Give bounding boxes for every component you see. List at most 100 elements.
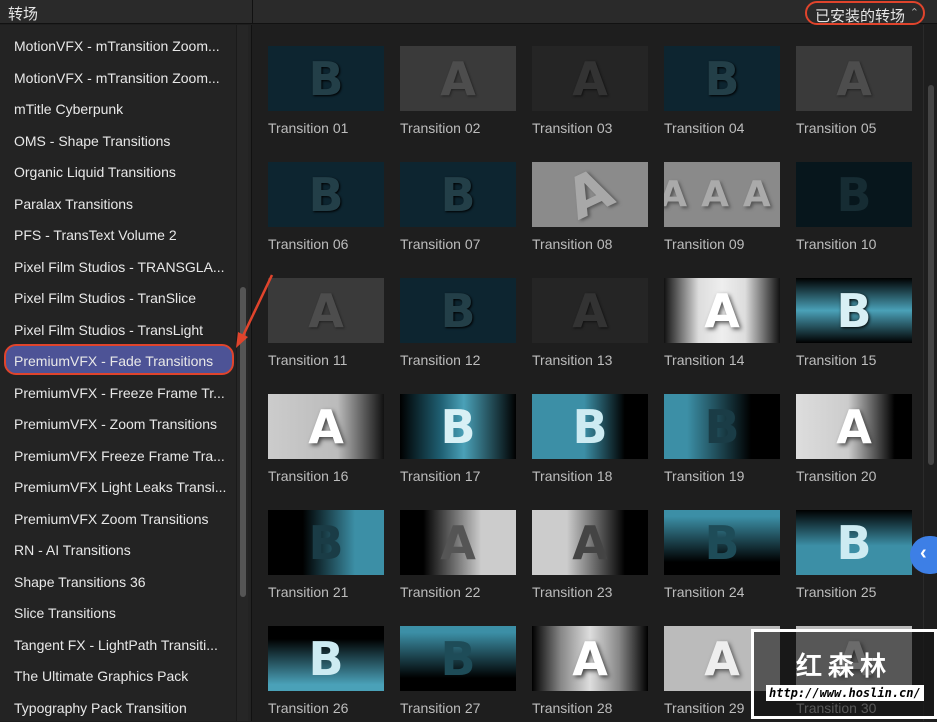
header: 转场 已安装的转场 ⌃ (0, 0, 937, 25)
transition-tile[interactable]: B Transition 24 (664, 510, 780, 600)
transition-thumbnail: A (796, 394, 912, 459)
transition-tile[interactable]: B Transition 04 (664, 46, 780, 136)
transition-thumbnail: B (268, 46, 384, 111)
sidebar-item[interactable]: PremiumVFX Freeze Frame Tra... (4, 439, 234, 470)
transition-label: Transition 01 (268, 120, 349, 136)
sidebar-item[interactable]: MotionVFX - mTransition Zoom... (4, 61, 234, 92)
transition-label: Transition 09 (664, 236, 745, 252)
transition-tile[interactable]: B Transition 01 (268, 46, 384, 136)
transition-tile[interactable]: A Transition 28 (532, 626, 648, 716)
sidebar-item[interactable]: Paralax Transitions (4, 187, 234, 218)
transition-tile[interactable]: A Transition 16 (268, 394, 384, 484)
sidebar-item[interactable]: OMS - Shape Transitions (4, 124, 234, 155)
transition-tile[interactable]: B Transition 19 (664, 394, 780, 484)
thumbnail-letter: A (440, 515, 476, 570)
sidebar-item[interactable]: PremiumVFX Light Leaks Transi... (4, 470, 234, 501)
transition-tile[interactable]: A Transition 08 (532, 162, 648, 252)
grid-scrollbar[interactable] (923, 25, 937, 721)
transition-label: Transition 05 (796, 120, 877, 136)
transition-label: Transition 20 (796, 468, 877, 484)
transition-thumbnail: B (664, 46, 780, 111)
transition-tile[interactable]: A Transition 05 (796, 46, 912, 136)
watermark-url: http://www.hoslin.cn/ (766, 685, 924, 701)
transition-thumbnail: B (268, 510, 384, 575)
transition-tile[interactable]: A Transition 23 (532, 510, 648, 600)
sidebar-item[interactable]: MotionVFX - mTransition Zoom... (4, 29, 234, 60)
transition-label: Transition 19 (664, 468, 745, 484)
chevron-left-icon: ‹ (920, 542, 927, 564)
dropdown-value: 已安装的转场 (814, 8, 905, 25)
transition-label: Transition 27 (400, 700, 481, 716)
thumbnail-letter: A (704, 631, 740, 686)
thumbnail-letter: B (308, 167, 344, 222)
transition-thumbnail: A (400, 510, 516, 575)
grid-scrollbar-thumb[interactable] (928, 85, 934, 465)
sidebar-item[interactable]: The Ultimate Graphics Pack (4, 659, 234, 690)
transition-tile[interactable]: A Transition 22 (400, 510, 516, 600)
transition-tile[interactable]: A Transition 14 (664, 278, 780, 368)
transition-tile[interactable]: B Transition 27 (400, 626, 516, 716)
installed-transitions-dropdown[interactable]: 已安装的转场 ⌃ (804, 1, 925, 25)
transition-tile[interactable]: B Transition 07 (400, 162, 516, 252)
sidebar-item[interactable]: Pixel Film Studios - TranSlice (4, 281, 234, 312)
transition-label: Transition 17 (400, 468, 481, 484)
watermark-text: 红森林 (796, 651, 893, 681)
transition-label: Transition 10 (796, 236, 877, 252)
sidebar-item[interactable]: PFS - TransText Volume 2 (4, 218, 234, 249)
transition-tile[interactable]: B Transition 06 (268, 162, 384, 252)
transition-tile[interactable]: B Transition 10 (796, 162, 912, 252)
thumbnail-letter: A (308, 399, 344, 454)
sidebar-item[interactable]: Tangent FX - LightPath Transiti... (4, 628, 234, 659)
sidebar-item[interactable]: Pixel Film Studios - TRANSGLA... (4, 250, 234, 281)
thumbnail-letter: B (572, 399, 608, 454)
transition-thumbnail: B (400, 626, 516, 691)
thumbnail-letter: A (440, 51, 476, 106)
transition-label: Transition 28 (532, 700, 613, 716)
transition-label: Transition 11 (268, 352, 348, 368)
collapse-panel-button[interactable]: ‹ (910, 536, 937, 574)
transition-tile[interactable]: B Transition 18 (532, 394, 648, 484)
sidebar-item[interactable]: Organic Liquid Transitions (4, 155, 234, 186)
thumbnail-letter: A (556, 162, 624, 227)
sidebar-item[interactable]: Slice Transitions (4, 596, 234, 627)
sidebar-item[interactable]: Pixel Film Studios - TransLight (4, 313, 234, 344)
transition-tile[interactable]: A Transition 03 (532, 46, 648, 136)
thumbnail-letter: A (308, 283, 344, 338)
transition-thumbnail: A (268, 394, 384, 459)
thumbnail-letter: A (704, 283, 740, 338)
sidebar-item[interactable]: PremiumVFX - Zoom Transitions (4, 407, 234, 438)
transition-tile[interactable]: AAA Transition 09 (664, 162, 780, 252)
sidebar-item[interactable]: PremiumVFX - Fade Transitions (4, 344, 234, 375)
transition-label: Transition 08 (532, 236, 613, 252)
thumbnail-letter: B (308, 51, 344, 106)
transition-tile[interactable]: B Transition 26 (268, 626, 384, 716)
transition-thumbnail: B (268, 162, 384, 227)
sidebar-item[interactable]: mTitle Cyberpunk (4, 92, 234, 123)
thumbnail-letter: B (308, 631, 344, 686)
sidebar-item[interactable]: Shape Transitions 36 (4, 565, 234, 596)
thumbnail-letter: B (440, 167, 476, 222)
transition-label: Transition 13 (532, 352, 613, 368)
transition-thumbnail: A (796, 46, 912, 111)
sidebar-item[interactable]: PremiumVFX - Freeze Frame Tr... (4, 376, 234, 407)
sidebar-item[interactable]: Typography Pack Transition (4, 691, 234, 722)
transition-tile[interactable]: B Transition 21 (268, 510, 384, 600)
transition-tile[interactable]: B Transition 17 (400, 394, 516, 484)
transition-thumbnail: B (532, 394, 648, 459)
transition-tile[interactable]: B Transition 15 (796, 278, 912, 368)
thumbnail-letter: A (572, 283, 608, 338)
watermark-logo: 红森林 http://www.hoslin.cn/ (751, 629, 937, 719)
transition-tile[interactable]: A Transition 02 (400, 46, 516, 136)
transition-thumbnail: B (268, 626, 384, 691)
thumbnail-letter: B (836, 515, 872, 570)
transition-tile[interactable]: A Transition 13 (532, 278, 648, 368)
sidebar-item[interactable]: PremiumVFX Zoom Transitions (4, 502, 234, 533)
transition-tile[interactable]: A Transition 20 (796, 394, 912, 484)
transition-thumbnail: B (664, 394, 780, 459)
sidebar-item[interactable]: RN - AI Transitions (4, 533, 234, 564)
transition-tile[interactable]: B Transition 25 (796, 510, 912, 600)
thumbnail-letter: A (572, 631, 608, 686)
thumbnail-letter: B (704, 51, 740, 106)
transition-tile[interactable]: B Transition 12 (400, 278, 516, 368)
transition-label: Transition 14 (664, 352, 745, 368)
